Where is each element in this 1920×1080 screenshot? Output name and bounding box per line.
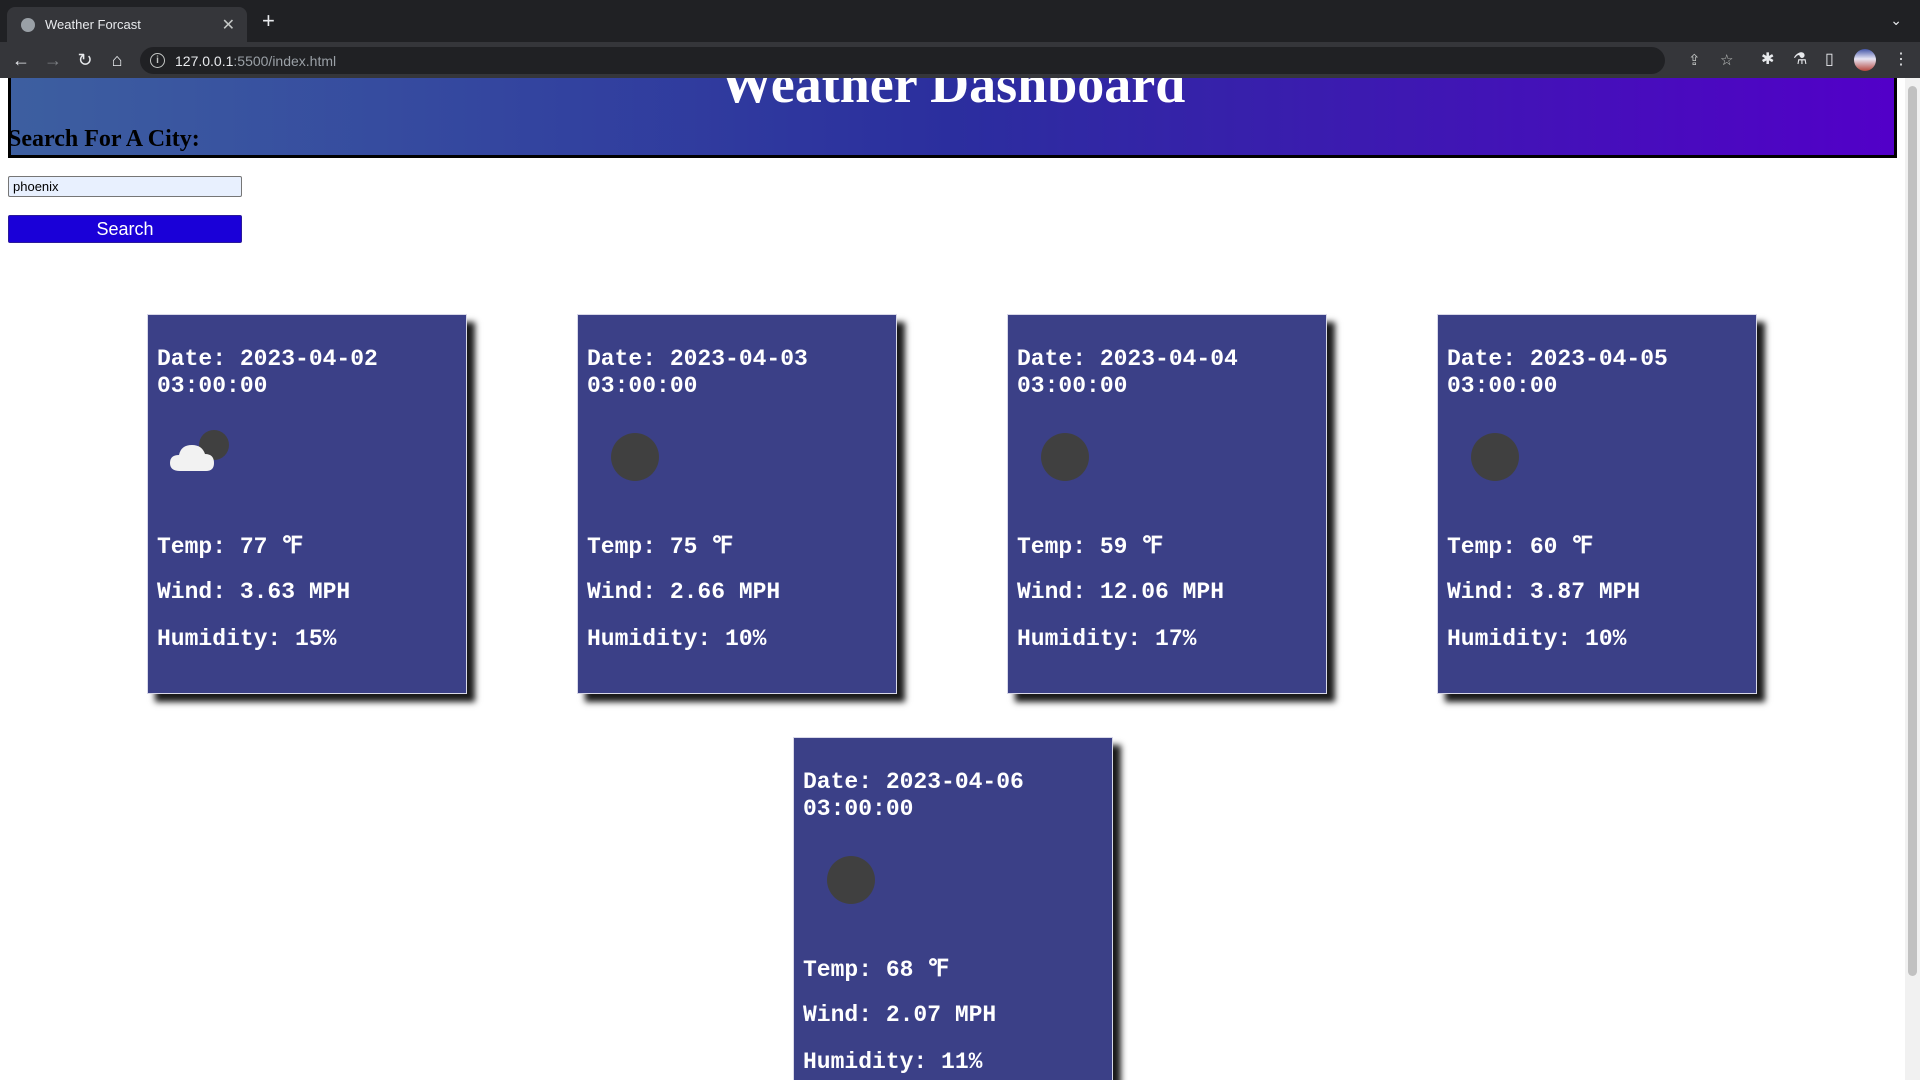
forecast-humidity: Humidity: 10% [1447, 626, 1627, 652]
forecast-temp: Temp: 68 ℉ [803, 957, 950, 983]
bookmark-star-icon[interactable]: ☆ [1720, 47, 1733, 74]
search-button[interactable]: Search [8, 215, 242, 243]
reload-icon[interactable]: ↻ [74, 49, 96, 71]
home-icon[interactable]: ⌂ [106, 49, 128, 71]
side-panel-icon[interactable]: ▯ [1825, 50, 1834, 70]
profile-avatar[interactable] [1854, 49, 1876, 71]
forecast-card: Date: 2023-04-04 03:00:00 Temp: 59 ℉ Win… [1007, 314, 1327, 694]
forecast-date: Date: 2023-04-06 03:00:00 [803, 769, 1024, 822]
forecast-humidity: Humidity: 15% [157, 626, 337, 652]
page-title: Weather Dashboard [719, 78, 1186, 114]
forecast-temp: Temp: 77 ℉ [157, 534, 304, 560]
forecast-humidity: Humidity: 10% [587, 626, 767, 652]
forward-icon[interactable]: → [42, 49, 64, 71]
clear-night-icon [596, 425, 660, 489]
forecast-date: Date: 2023-04-03 03:00:00 [587, 346, 808, 399]
browser-tab-bar: Weather Forcast ✕ + ⌄ [0, 0, 1920, 42]
page-viewport: Weather Dashboard Search For A City: Sea… [0, 78, 1920, 1080]
back-icon[interactable]: ← [10, 49, 32, 71]
forecast-date: Date: 2023-04-02 03:00:00 [157, 346, 378, 399]
scrollbar-thumb[interactable] [1908, 86, 1917, 976]
extensions-icon[interactable]: ✱ [1761, 50, 1774, 70]
tab-title: Weather Forcast [45, 17, 141, 32]
forecast-wind: Wind: 2.07 MPH [803, 1002, 997, 1028]
close-tab-icon[interactable]: ✕ [222, 15, 235, 35]
globe-icon [21, 17, 35, 32]
forecast-wind: Wind: 2.66 MPH [587, 579, 781, 605]
forecast-temp: Temp: 60 ℉ [1447, 534, 1594, 560]
forecast-wind: Wind: 12.06 MPH [1017, 579, 1225, 605]
header-banner: Weather Dashboard [8, 78, 1897, 158]
browser-toolbar: ← → ↻ ⌂ i 127.0.0.1:5500/index.html ⇪ ☆ … [0, 42, 1920, 78]
forecast-card: Date: 2023-04-03 03:00:00 Temp: 75 ℉ Win… [577, 314, 897, 694]
clear-night-icon [1456, 425, 1520, 489]
forecast-date: Date: 2023-04-04 03:00:00 [1017, 346, 1238, 399]
new-tab-icon[interactable]: + [262, 10, 275, 32]
forecast-temp: Temp: 59 ℉ [1017, 534, 1164, 560]
clear-night-icon [812, 848, 876, 912]
url-path: :5500/index.html [233, 52, 337, 69]
forecast-card: Date: 2023-04-06 03:00:00 Temp: 68 ℉ Win… [793, 737, 1113, 1080]
forecast-temp: Temp: 75 ℉ [587, 534, 734, 560]
forecast-wind: Wind: 3.87 MPH [1447, 579, 1641, 605]
forecast-card: Date: 2023-04-02 03:00:00 Temp: 77 ℉ Win… [147, 314, 467, 694]
forecast-humidity: Humidity: 11% [803, 1049, 983, 1075]
url-host: 127.0.0.1 [175, 52, 234, 69]
site-info-icon[interactable]: i [150, 53, 165, 68]
browser-tab[interactable]: Weather Forcast ✕ [7, 7, 247, 42]
forecast-card: Date: 2023-04-05 03:00:00 Temp: 60 ℉ Win… [1437, 314, 1757, 694]
search-label: Search For A City: [8, 126, 200, 152]
clear-night-icon [1026, 425, 1090, 489]
city-search-input[interactable] [8, 176, 242, 197]
address-bar[interactable]: i 127.0.0.1:5500/index.html ⇪ ☆ [140, 47, 1733, 74]
chevron-down-icon[interactable]: ⌄ [1890, 12, 1902, 29]
forecast-humidity: Humidity: 17% [1017, 626, 1197, 652]
share-icon[interactable]: ⇪ [1688, 47, 1701, 74]
more-menu-icon[interactable]: ⋮ [1893, 50, 1909, 70]
cloudy-night-icon [166, 425, 230, 489]
labs-flask-icon[interactable]: ⚗ [1793, 50, 1807, 70]
forecast-date: Date: 2023-04-05 03:00:00 [1447, 346, 1668, 399]
forecast-wind: Wind: 3.63 MPH [157, 579, 351, 605]
